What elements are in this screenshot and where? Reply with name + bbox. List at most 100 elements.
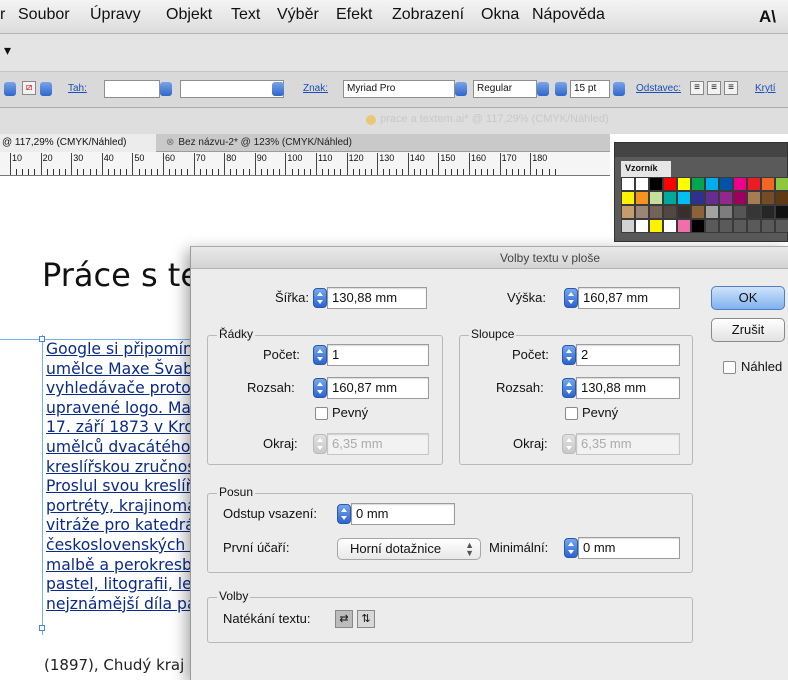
color-swatch[interactable] xyxy=(677,191,691,205)
rows-count-stepper[interactable] xyxy=(313,345,327,365)
preview-checkbox[interactable] xyxy=(723,361,736,374)
color-swatch[interactable] xyxy=(705,219,719,233)
color-swatch[interactable] xyxy=(635,205,649,219)
rows-span-stepper[interactable] xyxy=(313,378,327,398)
color-swatch[interactable] xyxy=(761,191,775,205)
stroke-weight-dropdown[interactable] xyxy=(160,82,172,96)
align-center-icon[interactable]: ≡ xyxy=(707,81,721,95)
color-swatch[interactable] xyxy=(705,205,719,219)
color-swatch[interactable] xyxy=(663,191,677,205)
color-swatch[interactable] xyxy=(705,177,719,191)
menu-item-soubor[interactable]: Soubor xyxy=(18,6,70,24)
color-swatch[interactable] xyxy=(775,219,788,233)
color-swatch[interactable] xyxy=(747,177,761,191)
color-swatch[interactable] xyxy=(733,219,747,233)
text-flow-rows-icon[interactable]: ⇄ xyxy=(335,610,353,628)
rows-gutter-stepper[interactable] xyxy=(313,434,327,454)
width-field[interactable]: 130,88 mm xyxy=(327,287,427,309)
align-left-icon[interactable]: ≡ xyxy=(690,81,704,95)
color-swatch[interactable] xyxy=(747,219,761,233)
color-swatch[interactable] xyxy=(691,191,705,205)
menu-item-objekt[interactable]: Objekt xyxy=(166,6,212,24)
first-baseline-select[interactable]: Horní dotažnice ▲ ▼ xyxy=(337,538,481,560)
menu-item-partial[interactable]: r xyxy=(0,6,5,24)
color-swatch[interactable] xyxy=(733,191,747,205)
color-swatch[interactable] xyxy=(677,177,691,191)
tab-swatches[interactable]: Vzorník xyxy=(621,161,671,177)
rows-count-field[interactable]: 1 xyxy=(327,344,429,366)
menu-item-zobrazeni[interactable]: Zobrazení xyxy=(392,6,464,24)
cancel-button[interactable]: Zrušit xyxy=(711,318,785,342)
color-swatch[interactable] xyxy=(635,177,649,191)
font-size-dropdown[interactable] xyxy=(613,82,625,96)
rows-span-field[interactable]: 160,87 mm xyxy=(327,377,429,399)
columns-gutter-stepper[interactable] xyxy=(562,434,576,454)
columns-span-field[interactable]: 130,88 mm xyxy=(576,377,680,399)
tab-active-document[interactable]: @ 117,29% (CMYK/Náhled) xyxy=(0,134,156,152)
rows-gutter-field[interactable]: 6,35 mm xyxy=(327,433,429,455)
color-swatch[interactable] xyxy=(761,205,775,219)
stroke-dropdown-button[interactable] xyxy=(40,82,52,96)
color-swatch[interactable] xyxy=(649,219,663,233)
columns-span-stepper[interactable] xyxy=(562,378,576,398)
font-family-dropdown[interactable] xyxy=(455,82,467,96)
text-frame-handle[interactable] xyxy=(39,336,45,342)
color-swatch[interactable] xyxy=(663,177,677,191)
color-swatch[interactable] xyxy=(733,205,747,219)
color-swatch[interactable] xyxy=(747,205,761,219)
ok-button[interactable]: OK xyxy=(711,286,785,310)
character-link[interactable]: Znak: xyxy=(303,83,328,94)
minimum-field[interactable]: 0 mm xyxy=(578,537,680,559)
dropdown-arrow-icon[interactable]: ▾ xyxy=(4,42,11,59)
menu-item-vyber[interactable]: Výběr xyxy=(277,6,319,24)
columns-fixed-checkbox[interactable] xyxy=(565,407,578,420)
height-stepper[interactable] xyxy=(564,288,578,308)
opacity-link[interactable]: Krytí xyxy=(755,83,776,94)
font-style-field[interactable]: Regular xyxy=(473,80,537,98)
font-size-stepper[interactable] xyxy=(555,82,567,96)
color-swatch[interactable] xyxy=(719,191,733,205)
color-swatch[interactable] xyxy=(621,177,635,191)
stroke-weight-field[interactable] xyxy=(104,80,160,98)
close-icon[interactable]: ⊗ xyxy=(166,137,174,148)
align-right-icon[interactable]: ≡ xyxy=(724,81,738,95)
color-swatch[interactable] xyxy=(719,177,733,191)
width-stepper[interactable] xyxy=(313,288,327,308)
color-swatch[interactable] xyxy=(649,205,663,219)
text-frame-handle[interactable] xyxy=(39,625,45,631)
color-swatch[interactable] xyxy=(649,177,663,191)
menu-item-okna[interactable]: Okna xyxy=(481,6,519,24)
columns-count-field[interactable]: 2 xyxy=(576,344,680,366)
font-size-field[interactable]: 15 pt xyxy=(570,80,610,98)
paragraph-link[interactable]: Odstavec: xyxy=(636,83,681,94)
menu-item-text[interactable]: Text xyxy=(231,6,260,24)
color-swatch[interactable] xyxy=(705,191,719,205)
color-swatch[interactable] xyxy=(691,219,705,233)
inset-spacing-stepper[interactable] xyxy=(337,504,351,524)
fill-dropdown-button[interactable] xyxy=(4,82,16,96)
color-swatch[interactable] xyxy=(761,177,775,191)
color-swatch[interactable] xyxy=(775,191,788,205)
color-swatch[interactable] xyxy=(621,205,635,219)
stroke-link[interactable]: Tah: xyxy=(68,83,87,94)
color-swatch[interactable] xyxy=(747,191,761,205)
minimum-stepper[interactable] xyxy=(564,538,578,558)
variable-width-field[interactable] xyxy=(180,80,284,98)
columns-count-stepper[interactable] xyxy=(562,345,576,365)
columns-gutter-field[interactable]: 6,35 mm xyxy=(576,433,680,455)
menu-item-napoveda[interactable]: Nápověda xyxy=(532,6,605,24)
color-swatch[interactable] xyxy=(691,177,705,191)
font-style-dropdown[interactable] xyxy=(537,82,549,96)
color-swatch[interactable] xyxy=(719,205,733,219)
menu-item-efekt[interactable]: Efekt xyxy=(336,6,372,24)
color-swatch[interactable] xyxy=(677,219,691,233)
color-swatch[interactable] xyxy=(691,205,705,219)
color-swatch[interactable] xyxy=(635,191,649,205)
color-swatch[interactable] xyxy=(621,191,635,205)
menu-item-upravy[interactable]: Úpravy xyxy=(90,6,141,24)
color-swatch[interactable] xyxy=(621,219,635,233)
color-swatch[interactable] xyxy=(775,177,788,191)
color-swatch[interactable] xyxy=(677,205,691,219)
height-field[interactable]: 160,87 mm xyxy=(578,287,680,309)
color-swatch[interactable] xyxy=(775,205,788,219)
